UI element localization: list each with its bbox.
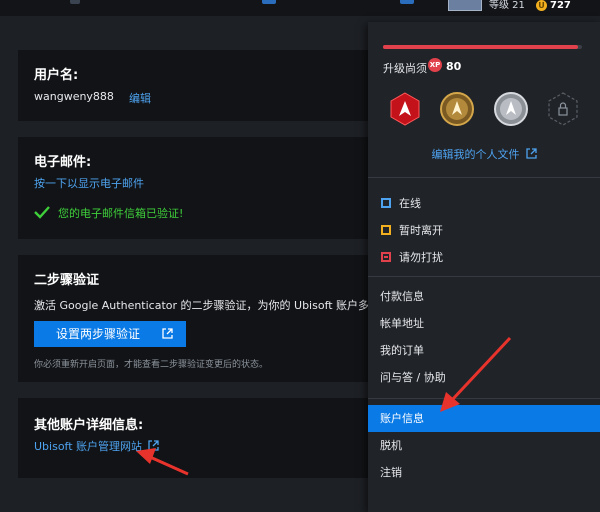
username-title: 用户名: [34,68,79,83]
two-step-title: 二步骤验证 [34,273,100,288]
away-status-icon [381,225,391,235]
do-not-disturb-icon [381,252,391,262]
coin-count: 727 [550,0,571,11]
other-details-card: 其他账户详细信息: Ubisoft 账户管理网站 [18,398,388,478]
menu-item-billing-address[interactable]: 帐单地址 [368,310,600,337]
reveal-email-link[interactable]: 按一下以显示电子邮件 [34,175,144,191]
setup-two-step-button[interactable]: 设置两步骤验证 [34,321,186,347]
top-bar: 等级 21 U 727 [0,0,600,16]
two-step-card: 二步骤验证 激活 Google Authenticator 的二步骤验证，为你的… [18,255,388,382]
top-bar-fragment [262,0,276,4]
locked-badge-icon[interactable] [546,92,580,126]
assassin-gold-badge-icon[interactable] [440,92,474,126]
external-link-icon [162,328,173,339]
status-dnd[interactable]: 请勿打扰 [381,249,443,265]
menu-item-orders[interactable]: 我的订单 [368,337,600,364]
level-label: 等级 21 [489,0,525,11]
menu-item-help[interactable]: 问与答 / 协助 [368,364,600,391]
xp-label: 升级尚须 [383,62,427,75]
menu-item-offline[interactable]: 脱机 [368,432,600,459]
status-dnd-label: 请勿打扰 [399,251,443,264]
status-away-label: 暂时离开 [399,224,443,237]
checkmark-icon [34,206,50,219]
setup-two-step-label: 设置两步骤验证 [56,327,141,341]
profile-dropdown: 升级尚须 XP 80 编辑我的个人文件 在线 暂时离开 请勿打扰 付款信息 帐单… [368,22,600,512]
online-status-icon [381,198,391,208]
menu-item-logout[interactable]: 注销 [368,459,600,486]
email-title: 电子邮件: [34,155,92,170]
username-card: 用户名: wangweny888 编辑 [18,50,388,121]
edit-profile-label: 编辑我的个人文件 [431,148,520,161]
two-step-note: 你必须重新开启页面，才能查看二步骤验证变更后的状态。 [34,360,269,370]
ubisoft-account-link-label: Ubisoft 账户管理网站 [34,440,143,453]
xp-progress-bar [383,45,582,49]
assassin-silver-badge-icon[interactable] [494,92,528,126]
other-details-title: 其他账户详细信息: [34,418,144,433]
avatar-icon[interactable] [448,0,482,11]
coin-icon: U [536,0,547,11]
status-online-label: 在线 [399,197,421,210]
menu-item-account-info[interactable]: 账户信息 [368,405,600,432]
email-card: 电子邮件: 按一下以显示电子邮件 您的电子邮件信箱已验证! [18,137,388,239]
xp-value: 80 [446,60,462,73]
status-away[interactable]: 暂时离开 [381,222,443,238]
status-online[interactable]: 在线 [381,195,421,211]
menu-item-payment[interactable]: 付款信息 [368,283,600,310]
ubisoft-account-link[interactable]: Ubisoft 账户管理网站 [34,438,159,454]
divider [368,177,600,178]
divider [368,398,600,399]
external-link-icon [148,440,159,451]
divider [368,276,600,277]
email-verified-text: 您的电子邮件信箱已验证! [58,207,184,220]
external-link-icon [525,148,537,159]
badge-row [388,92,588,128]
edit-profile-link[interactable]: 编辑我的个人文件 [368,146,600,162]
two-step-description: 激活 Google Authenticator 的二步骤验证，为你的 Ubiso… [34,299,388,312]
edit-username-link[interactable]: 编辑 [129,90,151,106]
xp-progress-fill [383,45,579,49]
xp-icon: XP [428,58,442,72]
username-value: wangweny888 [34,90,114,103]
top-bar-fragment [400,0,414,4]
top-bar-fragment [70,0,80,4]
assassin-red-badge-icon[interactable] [388,92,422,126]
